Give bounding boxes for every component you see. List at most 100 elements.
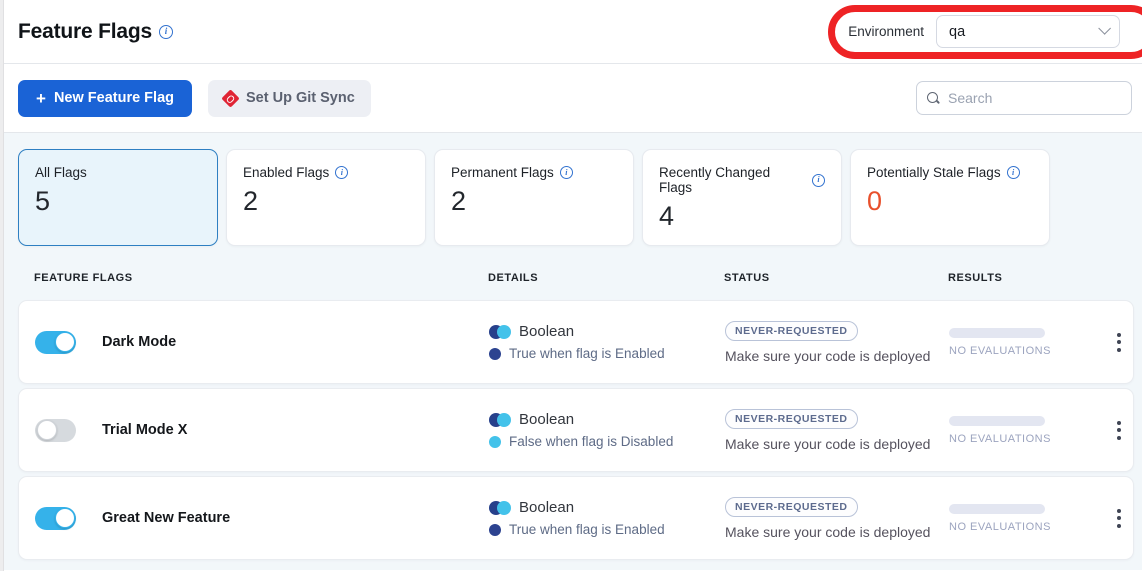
stat-card-all-flags[interactable]: All Flags 5 <box>18 149 218 246</box>
page-title-info-icon[interactable]: i <box>159 25 173 39</box>
evaluations-label: NO EVALUATIONS <box>949 433 1105 445</box>
default-value-dot <box>489 348 501 360</box>
flag-toggle[interactable] <box>35 419 76 442</box>
status-cell: NEVER-REQUESTED Make sure your code is de… <box>725 497 949 540</box>
kebab-menu-icon[interactable] <box>1111 415 1127 446</box>
evaluations-label: NO EVALUATIONS <box>949 521 1105 533</box>
flag-rows-container: Dark Mode Boolean True when flag is Enable… <box>18 300 1134 560</box>
default-value-line: False when flag is Disabled <box>489 434 725 449</box>
title-wrap: Feature Flags i <box>18 20 173 44</box>
status-cell: NEVER-REQUESTED Make sure your code is de… <box>725 321 949 364</box>
boolean-type-icon <box>489 325 510 339</box>
flag-name-link[interactable]: Great New Feature <box>102 510 230 526</box>
default-value-dot <box>489 436 501 448</box>
environment-label: Environment <box>848 24 924 39</box>
flag-row: Great New Feature Boolean True when flag i… <box>18 476 1134 560</box>
details-cell: Boolean True when flag is Enabled <box>489 323 725 361</box>
flag-name-cell: Dark Mode <box>35 331 489 354</box>
plus-icon: + <box>36 90 46 107</box>
toolbar-left: + New Feature Flag Set Up Git Sync <box>18 80 371 117</box>
column-header-results: Results <box>948 272 1104 284</box>
status-hint-text: Make sure your code is deployed <box>725 348 930 364</box>
page-title: Feature Flags <box>18 20 152 44</box>
stat-card-value: 5 <box>35 186 201 217</box>
status-badge: NEVER-REQUESTED <box>725 321 858 341</box>
stat-card-enabled-flags[interactable]: Enabled Flagsi 2 <box>226 149 426 246</box>
value-type-line: Boolean <box>489 411 725 428</box>
search-input[interactable] <box>948 90 1108 106</box>
stat-card-value: 4 <box>659 201 825 232</box>
stat-card-value: 2 <box>243 186 409 217</box>
value-type-label: Boolean <box>519 411 574 428</box>
default-value-text: True when flag is Enabled <box>509 346 665 361</box>
status-badge: NEVER-REQUESTED <box>725 497 858 517</box>
git-icon <box>221 89 239 107</box>
column-header-feature-flags: Feature Flags <box>34 272 488 284</box>
info-icon[interactable]: i <box>560 166 573 179</box>
boolean-type-icon <box>489 501 510 515</box>
toggle-knob <box>37 420 57 440</box>
stat-card-value: 0 <box>867 186 1033 217</box>
stat-card-permanent-flags[interactable]: Permanent Flagsi2 <box>434 149 634 246</box>
new-feature-flag-button[interactable]: + New Feature Flag <box>18 80 192 117</box>
evaluations-progress-bar <box>949 328 1045 338</box>
evaluations-progress-bar <box>949 416 1045 426</box>
results-cell: NO EVALUATIONS <box>949 504 1105 533</box>
column-header-details: Details <box>488 272 724 284</box>
table-header: Feature Flags Details Status Results <box>18 272 1134 284</box>
toggle-knob <box>55 508 75 528</box>
kebab-menu-icon[interactable] <box>1111 503 1127 534</box>
status-hint-text: Make sure your code is deployed <box>725 436 930 452</box>
results-cell: NO EVALUATIONS <box>949 416 1105 445</box>
details-cell: Boolean False when flag is Disabled <box>489 411 725 449</box>
boolean-circle-cyan <box>497 501 511 515</box>
flag-toggle[interactable] <box>35 331 76 354</box>
environment-selector: Environment qa <box>848 15 1128 48</box>
kebab-menu-icon[interactable] <box>1111 327 1127 358</box>
default-value-line: True when flag is Enabled <box>489 346 725 361</box>
info-icon[interactable]: i <box>1007 166 1020 179</box>
row-actions-cell <box>1105 415 1133 446</box>
chevron-down-icon <box>1098 22 1111 35</box>
boolean-type-icon <box>489 413 510 427</box>
setup-git-sync-button[interactable]: Set Up Git Sync <box>208 80 371 117</box>
flag-name-link[interactable]: Dark Mode <box>102 334 176 350</box>
stat-card-label: Recently Changed Flagsi <box>659 165 825 195</box>
stat-card-value: 2 <box>451 186 617 217</box>
info-icon[interactable]: i <box>812 174 825 187</box>
column-header-status: Status <box>724 272 948 284</box>
stats-cards-row: All Flags5Enabled Flagsi2Permanent Flags… <box>18 149 1134 246</box>
content-area: All Flags5Enabled Flagsi2Permanent Flags… <box>4 133 1142 570</box>
page-header: Feature Flags i Environment qa <box>4 0 1142 64</box>
value-type-label: Boolean <box>519 499 574 516</box>
stat-card-label: All Flags <box>35 165 201 180</box>
default-value-text: False when flag is Disabled <box>509 434 673 449</box>
sidebar-edge-sliver <box>0 0 4 571</box>
row-actions-cell <box>1105 327 1133 358</box>
toggle-knob <box>55 332 75 352</box>
toolbar: + New Feature Flag Set Up Git Sync <box>4 64 1142 133</box>
status-cell: NEVER-REQUESTED Make sure your code is de… <box>725 409 949 452</box>
info-icon[interactable]: i <box>335 166 348 179</box>
value-type-line: Boolean <box>489 499 725 516</box>
default-value-line: True when flag is Enabled <box>489 522 725 537</box>
stat-card-potentially-stale-flags[interactable]: Potentially Stale Flagsi0 <box>850 149 1050 246</box>
status-badge: NEVER-REQUESTED <box>725 409 858 429</box>
value-type-label: Boolean <box>519 323 574 340</box>
value-type-line: Boolean <box>489 323 725 340</box>
search-box[interactable] <box>916 81 1132 115</box>
flag-row: Trial Mode X Boolean False when flag is Di… <box>18 388 1134 472</box>
row-actions-cell <box>1105 503 1133 534</box>
stat-card-label: Enabled Flagsi <box>243 165 409 180</box>
results-cell: NO EVALUATIONS <box>949 328 1105 357</box>
stat-card-recently-changed-flags[interactable]: Recently Changed Flagsi 4 <box>642 149 842 246</box>
flag-row: Dark Mode Boolean True when flag is Enable… <box>18 300 1134 384</box>
evaluations-label: NO EVALUATIONS <box>949 345 1105 357</box>
flag-toggle[interactable] <box>35 507 76 530</box>
status-hint-text: Make sure your code is deployed <box>725 524 930 540</box>
environment-dropdown[interactable]: qa <box>936 15 1120 48</box>
environment-value: qa <box>949 24 965 40</box>
feature-flags-page: Feature Flags i Environment qa + New Fea… <box>4 0 1142 571</box>
new-feature-flag-label: New Feature Flag <box>54 90 174 106</box>
flag-name-link[interactable]: Trial Mode X <box>102 422 187 438</box>
